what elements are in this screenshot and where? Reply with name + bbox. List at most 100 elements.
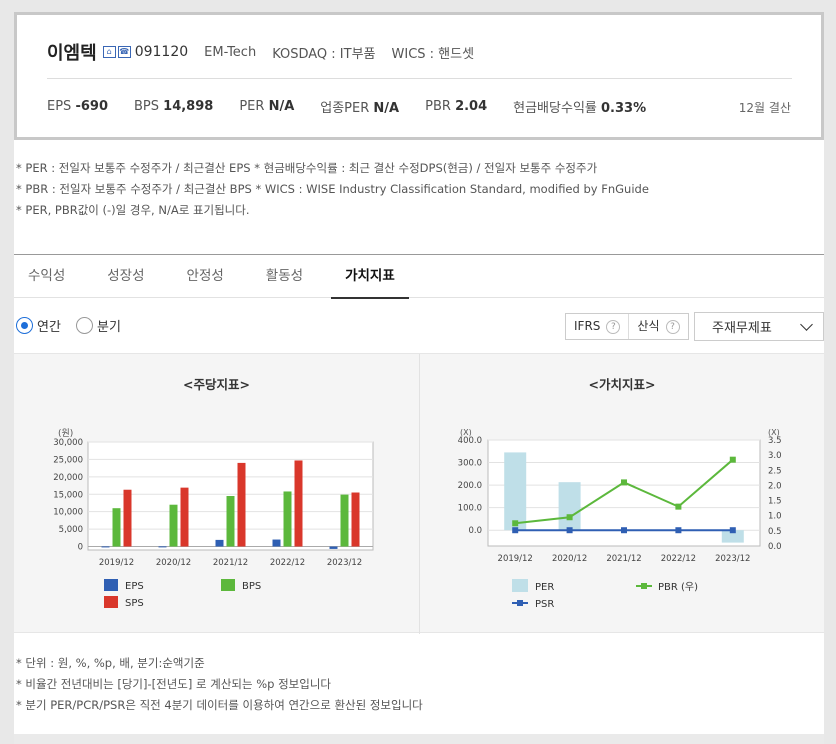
legend-label: PER <box>535 582 554 593</box>
legend-label: PBR (우) <box>658 581 698 593</box>
eps-value: -690 <box>75 99 108 114</box>
metrics-row: EPS -690 BPS 14,898 PER N/A 업종PER N/A PB… <box>47 97 672 116</box>
charts-area: <주당지표> (원) 30,000 25,000 20,000 15,000 10,000… <box>14 353 824 634</box>
bps-value: 14,898 <box>163 99 214 114</box>
y-left-tick-label: 300.0 <box>458 459 482 469</box>
footer-strip <box>14 734 824 744</box>
y-tick-label: 20,000 <box>53 473 83 483</box>
point-pbr <box>512 520 519 527</box>
chevron-down-icon <box>800 318 813 331</box>
radio-quarter-label: 분기 <box>97 320 121 335</box>
bar-sps <box>351 492 360 547</box>
tab-stability[interactable]: 안정성 <box>173 255 238 299</box>
bar-eps <box>215 539 224 547</box>
ifrs-calc-group: IFRS? 산식? <box>565 313 689 340</box>
x-tick-label: 2022/12 <box>661 554 696 564</box>
x-tick-label: 2022/12 <box>270 558 305 568</box>
y-tick-label: 0 <box>78 543 83 553</box>
y-right-tick-label: 2.0 <box>768 481 782 491</box>
bar-per <box>504 452 527 531</box>
x-tick-label: 2023/12 <box>715 554 750 564</box>
note-line: * 분기 PER/PCR/PSR은 직전 4분기 데이터를 이용하여 연간으로 … <box>16 698 423 712</box>
valuation-chart-panel: <가치지표> (X) (X) 400.0 300.0 200.0 100.0 0.0 3.5 3… <box>420 354 824 634</box>
y-tick-label: 5,000 <box>59 525 83 535</box>
x-tick-label: 2019/12 <box>498 554 533 564</box>
y-tick-label: 30,000 <box>53 438 83 448</box>
company-summary-box: 이엠텍 ⌂ ☎ 091120 EM-Tech KOSDAQ : IT부품 WIC… <box>14 12 824 140</box>
bar-bps <box>169 504 178 547</box>
point-pbr <box>729 456 736 463</box>
home-icon[interactable]: ⌂ <box>102 46 116 58</box>
note-line: * PBR : 전일자 보통주 수정주가 / 최근결산 BPS * WICS :… <box>16 182 649 196</box>
radio-quarter[interactable]: 분기 <box>76 316 121 335</box>
metric-industry-per: 업종PER N/A <box>320 101 400 116</box>
y-left-tick-label: 400.0 <box>458 436 482 446</box>
y-right-tick-label: 0.5 <box>768 527 782 537</box>
bar-per <box>558 482 581 531</box>
bar-sps <box>123 489 132 547</box>
company-name: 이엠텍 <box>47 43 97 64</box>
per-value: N/A <box>268 99 295 114</box>
chart-title: <가치지표> <box>588 377 656 392</box>
bar-sps <box>237 462 246 547</box>
tab-growth[interactable]: 성장성 <box>93 255 158 299</box>
radio-annual[interactable]: 연간 <box>16 316 61 335</box>
legend-label: EPS <box>125 581 144 592</box>
tab-activity[interactable]: 활동성 <box>252 255 317 299</box>
point-pbr <box>675 503 682 510</box>
bar-eps <box>329 546 338 549</box>
x-tick-label: 2019/12 <box>99 558 134 568</box>
note-line: * PER, PBR값이 (-)일 경우, N/A로 표기됩니다. <box>16 203 250 217</box>
bar-bps <box>340 494 349 547</box>
bar-eps <box>101 546 110 548</box>
bar-sps <box>294 460 303 547</box>
valuation-chart: (X) (X)400.0300.0200.0100.00.03.53.02.52.… <box>458 428 782 610</box>
market-sector: KOSDAQ : IT부품 <box>272 46 376 62</box>
y-left-tick-label: 0.0 <box>468 526 482 536</box>
chart-title: <주당지표> <box>183 377 250 392</box>
notes-top: * PER : 전일자 보통주 수정주가 / 최근결산 EPS * 현금배당수익… <box>16 158 649 221</box>
y-left-tick-label: 100.0 <box>458 504 482 514</box>
legend-marker-pbr <box>641 583 647 589</box>
y-tick-label: 25,000 <box>53 455 83 465</box>
legend-label: PSR <box>535 599 554 610</box>
radio-annual-label: 연간 <box>37 320 61 335</box>
company-info-row: 이엠텍 ⌂ ☎ 091120 EM-Tech KOSDAQ : IT부품 WIC… <box>47 39 490 65</box>
settlement-label: 12월 결산 <box>738 101 791 115</box>
ifrs-button[interactable]: IFRS? <box>566 314 628 339</box>
tab-profitability[interactable]: 수익성 <box>14 255 79 299</box>
y-right-tick-label: 3.0 <box>768 451 782 461</box>
y-right-tick-label: 2.5 <box>768 466 782 476</box>
x-tick-label: 2021/12 <box>606 554 641 564</box>
metric-per: PER N/A <box>239 99 295 114</box>
english-name: EM-Tech <box>204 44 257 60</box>
help-icon[interactable]: ? <box>606 319 621 334</box>
legend-swatch <box>104 579 118 591</box>
phone-icon[interactable]: ☎ <box>117 46 131 58</box>
help-icon[interactable]: ? <box>665 319 680 334</box>
notes-bottom: * 단위 : 원, %, %p, 배, 분기:순액기준 * 비율간 전년대비는 … <box>16 653 423 716</box>
dividend-value: 0.33% <box>601 101 647 116</box>
tabs-bar: 수익성 성장성 안정성 활동성 가치지표 <box>14 254 824 299</box>
bar-eps <box>158 546 167 548</box>
y-tick-label: 10,000 <box>53 508 83 518</box>
calc-button[interactable]: 산식? <box>628 314 687 339</box>
y-right-tick-label: 1.5 <box>768 497 782 507</box>
x-tick-label: 2023/12 <box>327 558 362 568</box>
note-line: * PER : 전일자 보통주 수정주가 / 최근결산 EPS * 현금배당수익… <box>16 161 598 175</box>
industry-per-value: N/A <box>373 101 400 116</box>
point-pbr <box>566 514 573 521</box>
statement-select[interactable]: 주재무제표 <box>694 312 824 341</box>
page: 이엠텍 ⌂ ☎ 091120 EM-Tech KOSDAQ : IT부품 WIC… <box>14 12 824 744</box>
metric-eps: EPS -690 <box>47 99 108 114</box>
bar-eps <box>272 539 281 547</box>
select-value: 주재무제표 <box>712 321 772 336</box>
legend-swatch <box>221 579 235 591</box>
legend-swatch-per <box>512 579 528 592</box>
y-right-tick-label: 3.5 <box>768 436 782 446</box>
x-tick-label: 2020/12 <box>552 554 587 564</box>
tab-valuation[interactable]: 가치지표 <box>331 255 409 299</box>
bar-bps <box>226 496 235 547</box>
point-psr <box>729 527 736 534</box>
y-left-tick-label: 200.0 <box>458 481 482 491</box>
